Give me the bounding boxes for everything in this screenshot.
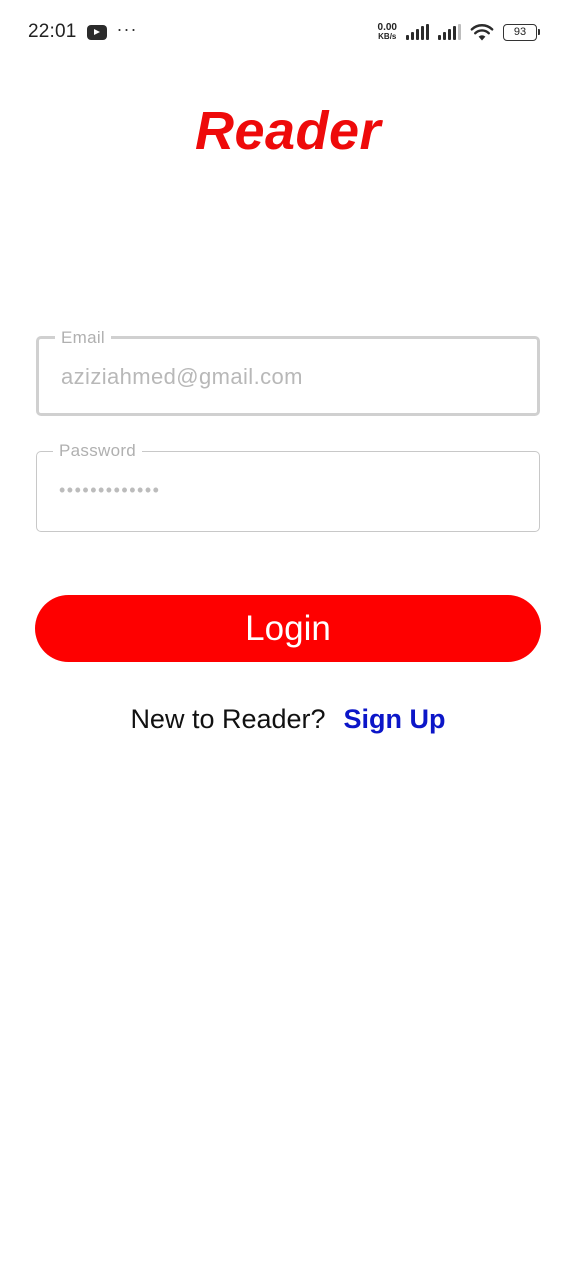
battery-icon: 93 (503, 23, 540, 41)
status-bar-right: 0.00 KB/s 93 (378, 23, 540, 41)
signal-icon (438, 24, 461, 40)
email-field[interactable]: Email (36, 328, 540, 416)
network-speed: 0.00 KB/s (378, 23, 397, 41)
signup-link[interactable]: Sign Up (344, 704, 446, 735)
password-field[interactable]: Password (36, 441, 540, 532)
network-speed-unit: KB/s (378, 32, 397, 41)
email-input[interactable] (39, 339, 537, 413)
wifi-icon (470, 24, 494, 41)
signup-prompt: New to Reader? (130, 704, 326, 734)
status-bar: 22:01 ··· 0.00 KB/s 93 (0, 0, 576, 64)
login-screen: 22:01 ··· 0.00 KB/s 93 Reader Email aziz… (0, 0, 576, 1280)
signup-row: New to Reader? Sign Up (0, 704, 576, 735)
status-time: 22:01 (28, 21, 77, 42)
app-title: Reader (194, 101, 382, 161)
login-button[interactable]: Login (35, 595, 541, 662)
password-input[interactable] (37, 452, 539, 531)
battery-level: 93 (503, 23, 537, 41)
signal-icon (406, 24, 429, 40)
more-dots-icon: ··· (116, 19, 138, 39)
youtube-icon (86, 24, 107, 40)
status-bar-left: 22:01 ··· (28, 19, 138, 43)
